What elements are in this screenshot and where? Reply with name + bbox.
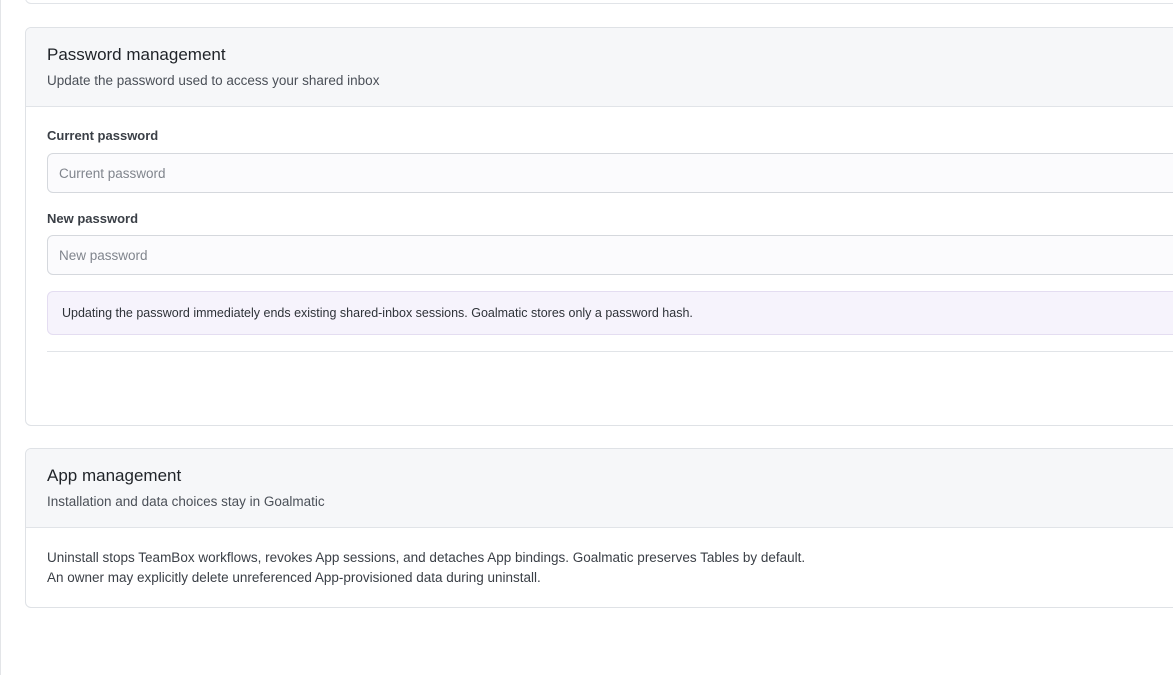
app-management-card: App management Installation and data cho… [25,448,1173,608]
section-title: Password management [47,45,226,64]
current-password-label: Current password [47,128,159,143]
new-password-input[interactable] [47,235,1173,275]
app-card-header: App management Installation and data cho… [26,449,1173,528]
new-password-label: New password [47,211,139,226]
password-management-card: Password management Update the password … [25,27,1173,426]
section-subtitle: Installation and data choices stay in Go… [47,494,325,509]
current-password-input[interactable] [47,153,1173,193]
section-divider [47,351,1173,352]
section-title: App management [47,466,182,485]
password-info-notice: Updating the password immediately ends e… [47,291,1173,335]
previous-section-card [25,0,1173,4]
app-management-description: Uninstall stops TeamBox workflows, revok… [47,550,806,585]
section-subtitle: Update the password used to access your … [47,73,380,88]
password-card-header: Password management Update the password … [26,28,1173,107]
settings-page: Password management Update the password … [0,0,1173,675]
